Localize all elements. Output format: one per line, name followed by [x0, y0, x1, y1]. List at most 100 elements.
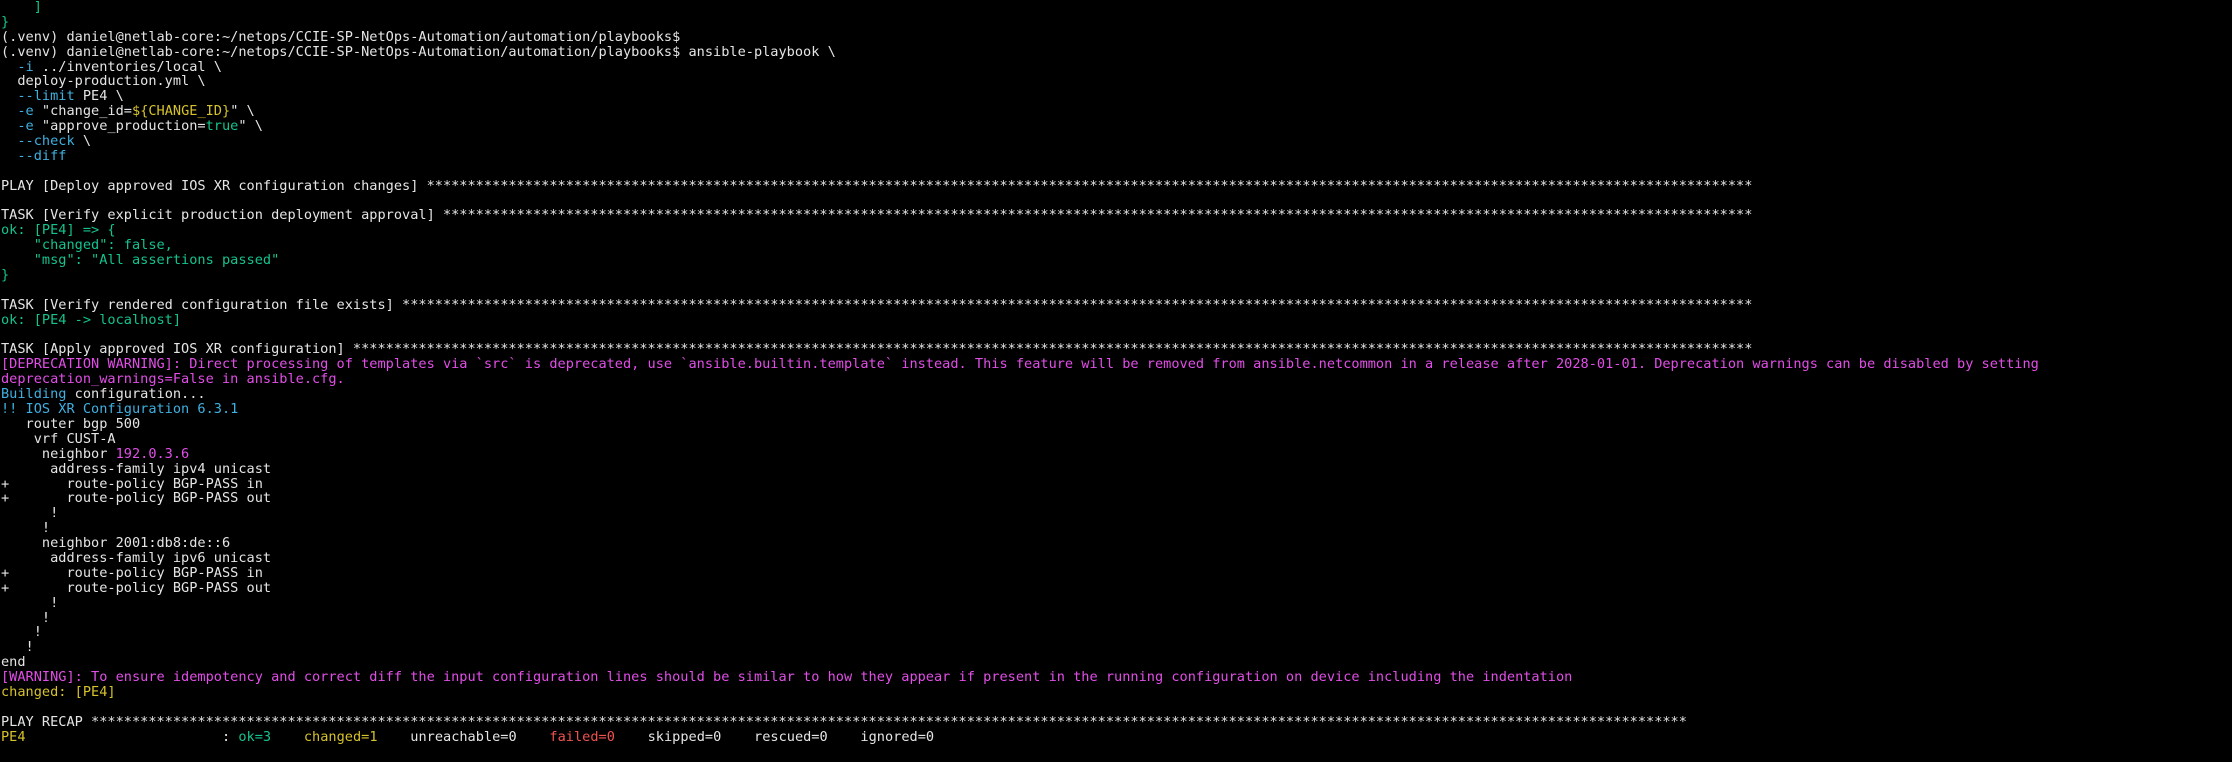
terminal-line: "changed": false,	[0, 238, 2232, 253]
terminal-line: TASK [Apply approved IOS XR configuratio…	[0, 342, 2232, 357]
terminal-text: TASK [Verify explicit production deploym…	[1, 207, 1753, 224]
terminal-text: --limit	[1, 88, 75, 105]
terminal-text: configuration...	[66, 386, 206, 403]
terminal-text: skipped=0 rescued=0 ignored=0	[614, 728, 935, 745]
terminal-line: "msg": "All assertions passed"	[0, 253, 2232, 268]
terminal-text: !	[1, 639, 34, 656]
terminal-line: deploy-production.yml \	[0, 74, 2232, 89]
terminal-text: (.venv) daniel@netlab-core:~/netops/CCIE…	[1, 43, 836, 60]
terminal-text: ../inventories/local \	[33, 58, 222, 75]
terminal-text: "approve_production=	[33, 118, 206, 135]
terminal-text: \	[74, 133, 92, 150]
terminal-line: changed: [PE4]	[0, 685, 2232, 700]
terminal-text: " \	[238, 118, 263, 135]
terminal-line: TASK [Verify explicit production deploym…	[0, 208, 2232, 223]
terminal-line: -e "change_id=${CHANGE_ID}" \	[0, 104, 2232, 119]
terminal-text: router bgp 500	[1, 415, 141, 432]
terminal-text: " \	[230, 103, 255, 120]
terminal-text: -e	[1, 103, 34, 120]
terminal-line: PLAY [Deploy approved IOS XR configurati…	[0, 177, 2232, 194]
terminal-line: neighbor 192.0.3.6	[0, 445, 2232, 462]
terminal-text: + route-policy BGP-PASS in	[1, 475, 263, 492]
terminal-text: true	[205, 118, 239, 135]
terminal-text: address-family ipv4 unicast	[1, 460, 272, 477]
terminal-text: address-family ipv6 unicast	[1, 549, 272, 566]
terminal-line: + route-policy BGP-PASS in	[0, 475, 2232, 492]
terminal-text: ok: [PE4 -> localhost]	[1, 311, 182, 328]
terminal-text: neighbor 2001:db8:de::6	[1, 535, 231, 552]
terminal-line: TASK [Verify rendered configuration file…	[0, 296, 2232, 313]
terminal-line: address-family ipv4 unicast	[0, 460, 2232, 477]
terminal-line: ]	[0, 0, 2232, 15]
terminal-text: PE4	[1, 728, 26, 745]
terminal-text: changed=1	[303, 728, 378, 745]
terminal-line: neighbor 2001:db8:de::6	[0, 536, 2232, 551]
terminal-text: deploy-production.yml \	[1, 73, 206, 90]
terminal-text: + route-policy BGP-PASS in	[1, 564, 263, 581]
terminal-text: -e	[1, 118, 34, 135]
terminal-text: Building	[1, 386, 67, 403]
terminal-text: ]	[1, 0, 42, 15]
terminal-text: neighbor	[1, 445, 116, 462]
terminal-text: + route-policy BGP-PASS out	[1, 490, 272, 507]
terminal-line: (.venv) daniel@netlab-core:~/netops/CCIE…	[0, 43, 2232, 60]
terminal-line: !	[0, 595, 2232, 611]
terminal-line: vrf CUST-A	[0, 431, 2232, 447]
terminal-text: TASK [Apply approved IOS XR configuratio…	[1, 341, 1753, 358]
terminal-line: PE4 : ok=3 changed=1 unreachable=0 faile…	[0, 728, 2232, 745]
terminal-text: ${CHANGE_ID}	[131, 103, 231, 120]
terminal-line: + route-policy BGP-PASS out	[0, 579, 2232, 596]
terminal-line: Building configuration...	[0, 387, 2232, 402]
terminal-text: ok=3	[238, 728, 272, 745]
terminal-text: (.venv) daniel@netlab-core:~/netops/CCIE…	[1, 28, 681, 45]
terminal-text: [DEPRECATION WARNING]: Direct processing…	[1, 356, 2039, 373]
terminal-line: + route-policy BGP-PASS out	[0, 491, 2232, 506]
terminal-line: -e "approve_production=true" \	[0, 119, 2232, 134]
terminal-text: TASK [Verify rendered configuration file…	[1, 296, 1753, 313]
terminal-text: !	[1, 505, 59, 522]
terminal-text: }	[1, 267, 10, 284]
terminal-text: "change_id=	[33, 103, 132, 120]
terminal-text: !	[1, 609, 51, 626]
terminal-text: }	[1, 13, 10, 30]
terminal-line: [WARNING]: To ensure idempotency and cor…	[0, 670, 2232, 685]
terminal-line: }	[0, 268, 2232, 283]
terminal-text: --check	[1, 133, 75, 150]
terminal-line: address-family ipv6 unicast	[0, 551, 2232, 566]
terminal-text: PLAY [Deploy approved IOS XR configurati…	[1, 177, 1753, 194]
terminal-text: !! IOS XR Configuration 6.3.1	[1, 401, 239, 418]
terminal-text: unreachable=0	[377, 728, 550, 745]
terminal-line: --limit PE4 \	[0, 89, 2232, 104]
terminal-text: ok: [PE4] => {	[1, 222, 116, 239]
terminal-text: failed=0	[549, 728, 615, 745]
terminal-line: + route-policy BGP-PASS in	[0, 564, 2232, 581]
terminal-text: PLAY RECAP *****************************…	[1, 713, 1687, 730]
terminal-window[interactable]: ]} (.venv) daniel@netlab-core:~/netops/CC…	[0, 0, 2232, 762]
terminal-line: (.venv) daniel@netlab-core:~/netops/CCIE…	[0, 28, 2232, 45]
terminal-line: }	[0, 13, 2232, 30]
terminal-text: -i	[1, 58, 34, 75]
terminal-line: --diff	[0, 147, 2232, 164]
terminal-text: :	[25, 728, 239, 745]
terminal-text: end	[1, 654, 26, 671]
terminal-line: !	[0, 506, 2232, 521]
terminal-text: 192.0.3.6	[115, 445, 190, 462]
terminal-text: changed: [PE4]	[1, 683, 116, 700]
terminal-text: deprecation_warnings=False in ansible.cf…	[1, 371, 345, 388]
terminal-line: ok: [PE4 -> localhost]	[0, 311, 2232, 328]
terminal-line: !	[0, 609, 2232, 626]
terminal-text: [WARNING]: To ensure idempotency and cor…	[1, 669, 1573, 686]
terminal-text: + route-policy BGP-PASS out	[1, 579, 272, 596]
terminal-text: --diff	[1, 147, 67, 164]
terminal-text: "msg": "All assertions passed"	[1, 252, 280, 269]
terminal-line: [DEPRECATION WARNING]: Direct processing…	[0, 357, 2232, 372]
terminal-line: PLAY RECAP *****************************…	[0, 713, 2232, 730]
terminal-line: -i ../inventories/local \	[0, 58, 2232, 75]
terminal-line: !	[0, 640, 2232, 655]
